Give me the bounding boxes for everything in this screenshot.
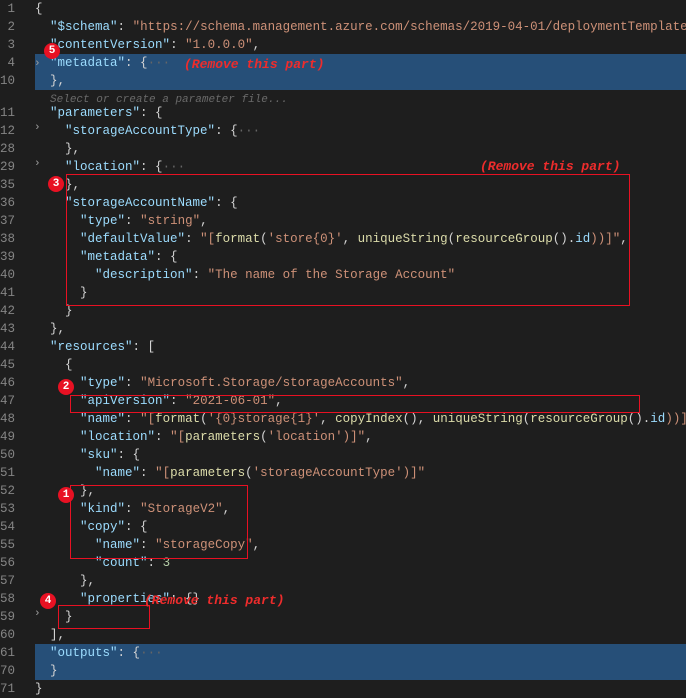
code-line[interactable]: }, bbox=[35, 140, 686, 158]
code-line[interactable]: "resources": [ bbox=[35, 338, 686, 356]
code-line[interactable]: "storageAccountType": {··· bbox=[35, 122, 686, 140]
code-line[interactable]: }, bbox=[35, 572, 686, 590]
code-line[interactable]: "copy": { bbox=[35, 518, 686, 536]
code-editor[interactable]: 1 2 3 4 10 11 12 28 29 35 36 37 38 39 40… bbox=[0, 0, 686, 698]
code-line[interactable]: "defaultValue": "[format('store{0}', uni… bbox=[35, 230, 686, 248]
code-line[interactable]: "type": "Microsoft.Storage/storageAccoun… bbox=[35, 374, 686, 392]
code-line[interactable]: "metadata": { bbox=[35, 248, 686, 266]
code-line[interactable]: "apiVersion": "2021-06-01", bbox=[35, 392, 686, 410]
code-line[interactable]: "contentVersion": "1.0.0.0", bbox=[35, 36, 686, 54]
code-line[interactable]: "location": {··· bbox=[35, 158, 686, 176]
code-line[interactable]: } bbox=[35, 284, 686, 302]
code-line[interactable]: "parameters": { bbox=[35, 104, 686, 122]
code-line[interactable]: "sku": { bbox=[35, 446, 686, 464]
code-line[interactable]: "name": "[format('{0}storage{1}', copyIn… bbox=[35, 410, 686, 428]
code-line[interactable]: }, bbox=[35, 72, 686, 90]
code-line[interactable]: "type": "string", bbox=[35, 212, 686, 230]
code-line[interactable]: "name": "[parameters('storageAccountType… bbox=[35, 464, 686, 482]
code-line[interactable]: "$schema": "https://schema.management.az… bbox=[35, 18, 686, 36]
code-line[interactable]: } bbox=[35, 608, 686, 626]
code-line[interactable]: "name": "storageCopy", bbox=[35, 536, 686, 554]
code-line[interactable]: ], bbox=[35, 626, 686, 644]
code-line[interactable]: }, bbox=[35, 176, 686, 194]
code-line[interactable]: "properties": {} bbox=[35, 590, 686, 608]
code-line[interactable]: } bbox=[35, 662, 686, 680]
code-line[interactable]: } bbox=[35, 680, 686, 698]
code-line[interactable]: }, bbox=[35, 320, 686, 338]
inline-hint[interactable]: Select or create a parameter file... bbox=[35, 90, 686, 104]
code-line[interactable]: } bbox=[35, 302, 686, 320]
fold-chevron-icon[interactable]: › bbox=[34, 155, 41, 173]
code-line[interactable]: "description": "The name of the Storage … bbox=[35, 266, 686, 284]
fold-chevron-icon[interactable]: › bbox=[34, 119, 41, 137]
code-line[interactable]: "location": "[parameters('location')]", bbox=[35, 428, 686, 446]
line-number-gutter: 1 2 3 4 10 11 12 28 29 35 36 37 38 39 40… bbox=[0, 0, 21, 698]
code-line[interactable]: "storageAccountName": { bbox=[35, 194, 686, 212]
code-line[interactable]: { bbox=[35, 356, 686, 374]
code-line[interactable]: { bbox=[35, 0, 686, 18]
code-line[interactable]: "outputs": {··· bbox=[35, 644, 686, 662]
code-line[interactable]: "kind": "StorageV2", bbox=[35, 500, 686, 518]
code-line[interactable]: }, bbox=[35, 482, 686, 500]
code-line[interactable]: "metadata": {··· bbox=[35, 54, 686, 72]
code-area[interactable]: { "$schema": "https://schema.management.… bbox=[21, 0, 686, 698]
fold-chevron-icon[interactable]: › bbox=[34, 55, 41, 73]
fold-chevron-icon[interactable]: › bbox=[34, 605, 41, 623]
code-line[interactable]: "count": 3 bbox=[35, 554, 686, 572]
